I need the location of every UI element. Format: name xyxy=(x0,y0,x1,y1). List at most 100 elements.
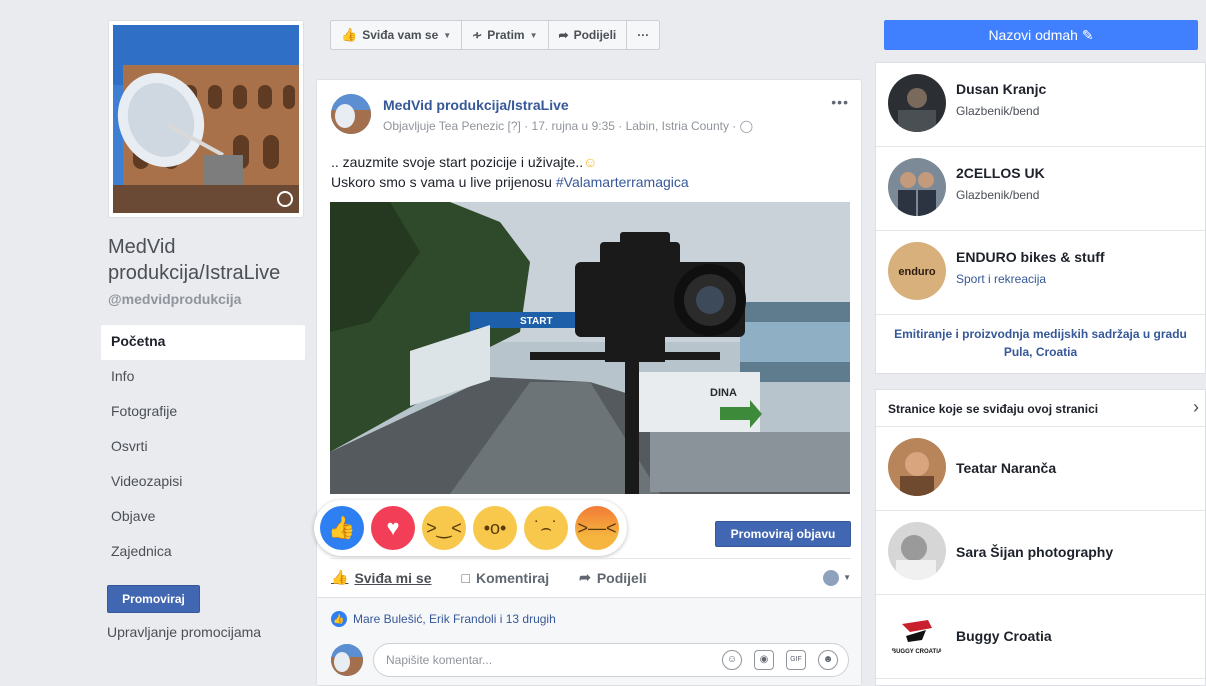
related-page-name[interactable]: 2CELLOS UK xyxy=(956,165,1045,181)
angry-face-icon: >—< xyxy=(577,518,617,538)
liked-page-item[interactable]: BUGGY CROATIA Buggy Croatia xyxy=(876,595,1205,679)
post-author-name[interactable]: MedVid produkcija/IstraLive xyxy=(383,97,569,113)
smiley-emoji-icon: ☺ xyxy=(583,154,598,170)
like-action-button[interactable]: 👍 Sviđa mi se xyxy=(331,569,431,586)
comment-action-button[interactable]: □ Komentiraj xyxy=(461,570,549,586)
left-nav: Početna Info Fotografije Osvrti Videozap… xyxy=(101,325,305,570)
reaction-like[interactable]: 👍 xyxy=(320,506,364,550)
reaction-love[interactable]: ♥ xyxy=(371,506,415,550)
laughing-face-icon: >‿< xyxy=(426,518,462,538)
post-text-line1: .. zauzmite svoje start pozicije i uživa… xyxy=(331,152,689,172)
reaction-angry[interactable]: >—< xyxy=(575,506,619,550)
nav-item-zajednica[interactable]: Zajednica xyxy=(101,535,305,570)
nav-item-objave[interactable]: Objave xyxy=(101,500,305,535)
liked-pages-header[interactable]: Stranice koje se sviđaju ovoj stranici xyxy=(888,402,1098,416)
comment-input[interactable]: Napišite komentar... ☺ ◉ GIF ☻ xyxy=(373,643,849,677)
smiley-icon[interactable]: ☺ xyxy=(722,650,742,670)
following-button[interactable]: ∻ Pratim ▼ xyxy=(462,21,549,49)
promote-button[interactable]: Promoviraj xyxy=(107,585,200,613)
post-card: MedVid produkcija/IstraLive Objavljuje T… xyxy=(314,79,862,686)
post-footer: 👍 Mare Bulešić, Erik Frandoli i 13 drugi… xyxy=(317,597,861,685)
left-column: MedVid produkcija/IstraLive @medvidprodu… xyxy=(0,0,314,686)
post-text-line2-content: Uskoro smo s vama u live prijenosu xyxy=(331,174,556,190)
liked-page-avatar xyxy=(888,522,946,580)
liked-button-label: Sviđa vam se xyxy=(362,28,439,42)
thumbs-up-icon: 👍 xyxy=(341,27,358,42)
nav-item-info[interactable]: Info xyxy=(101,360,305,395)
chevron-right-icon[interactable]: › xyxy=(1193,397,1199,418)
nav-item-osvrti[interactable]: Osvrti xyxy=(101,430,305,465)
profile-photo[interactable] xyxy=(108,20,304,218)
page-name[interactable]: MedVid produkcija/IstraLive xyxy=(108,234,308,286)
speech-bubble-icon: □ xyxy=(461,569,470,586)
sticker-icon[interactable]: ☻ xyxy=(818,650,838,670)
post-text-line2: Uskoro smo s vama u live prijenosu #Vala… xyxy=(331,172,689,192)
related-page-name[interactable]: Dusan Kranjc xyxy=(956,81,1046,97)
reaction-haha[interactable]: >‿< xyxy=(422,506,466,550)
liked-page-item[interactable]: Teatar Naranča xyxy=(876,427,1205,511)
liked-page-item[interactable]: Sara Šijan photography xyxy=(876,511,1205,595)
related-page-category: Glazbenik/bend xyxy=(956,104,1040,118)
share-arrow-icon: ➦ xyxy=(579,569,591,585)
related-pages-card: Dusan Kranjc Glazbenik/bend 2CELLOS UK G… xyxy=(875,62,1206,374)
related-page-avatar: enduro xyxy=(888,242,946,300)
boost-post-button[interactable]: Promoviraj objavu xyxy=(715,521,851,547)
liked-page-name[interactable]: Sara Šijan photography xyxy=(956,544,1113,560)
related-page-category[interactable]: Sport i rekreacija xyxy=(956,272,1046,286)
caret-down-icon: ▼ xyxy=(529,30,538,40)
comment-tools: ☺ ◉ GIF ☻ xyxy=(722,650,838,670)
caret-down-icon: ▼ xyxy=(843,573,851,582)
call-now-label: Nazovi odmah xyxy=(988,27,1078,43)
post-more-icon[interactable]: ••• xyxy=(831,94,849,110)
comment-placeholder: Napišite komentar... xyxy=(386,653,493,667)
page-handle[interactable]: @medvidprodukcija xyxy=(108,291,241,307)
more-options-button[interactable]: ··· xyxy=(627,21,659,49)
post-image[interactable]: START DINA xyxy=(330,202,850,494)
post-as-selector[interactable]: ▼ xyxy=(823,569,851,586)
post-meta: Objavljuje Tea Penezic [?] · 17. rujna u… xyxy=(383,119,753,133)
liked-page-avatar xyxy=(888,438,946,496)
share-action-button[interactable]: ➦ Podijeli xyxy=(579,569,647,586)
related-page-item[interactable]: 2CELLOS UK Glazbenik/bend xyxy=(876,147,1205,231)
likers-summary[interactable]: 👍 Mare Bulešić, Erik Frandoli i 13 drugi… xyxy=(331,611,556,627)
related-page-item[interactable]: Dusan Kranjc Glazbenik/bend xyxy=(876,63,1205,147)
reaction-wow[interactable]: •o• xyxy=(473,506,517,550)
hashtag-link[interactable]: #Valamarterramagica xyxy=(556,174,689,190)
nav-item-videozapisi[interactable]: Videozapisi xyxy=(101,465,305,500)
related-page-name[interactable]: ENDURO bikes & stuff xyxy=(956,249,1105,265)
call-now-button[interactable]: Nazovi odmah ✎ xyxy=(884,20,1198,50)
likers-text: Mare Bulešić, Erik Frandoli i 13 drugih xyxy=(353,612,556,626)
rss-icon: ∻ xyxy=(472,28,483,42)
liked-page-avatar: BUGGY CROATIA xyxy=(888,606,946,664)
heart-icon: ♥ xyxy=(386,515,400,540)
nav-item-pocetna[interactable]: Početna xyxy=(101,325,305,360)
share-page-button[interactable]: ➦ Podijeli xyxy=(549,21,628,49)
liked-page-name[interactable]: Buggy Croatia xyxy=(956,628,1052,644)
share-arrow-icon: ➦ xyxy=(558,28,569,42)
page-description[interactable]: Emitiranje i proizvodnja medijskih sadrž… xyxy=(876,325,1205,361)
nav-item-fotografije[interactable]: Fotografije xyxy=(101,395,305,430)
commenter-avatar xyxy=(331,644,363,676)
liked-pages-card: Stranice koje se sviđaju ovoj stranici ›… xyxy=(875,389,1206,686)
enduro-logo-text: enduro xyxy=(898,266,936,278)
related-page-avatar xyxy=(888,158,946,216)
gif-icon[interactable]: GIF xyxy=(786,650,806,670)
thumbs-up-outline-icon: 👍 xyxy=(331,569,349,585)
like-action-label: Sviđa mi se xyxy=(354,569,432,586)
pencil-icon: ✎ xyxy=(1081,27,1094,43)
manage-promotions-link[interactable]: Upravljanje promocijama xyxy=(107,624,261,640)
buggy-logo-text: BUGGY CROATIA xyxy=(892,649,943,655)
globe-icon[interactable]: ◯ xyxy=(740,119,753,133)
thumbs-up-icon: 👍 xyxy=(328,515,356,540)
page-action-bar: 👍 Sviđa vam se ▼ ∻ Pratim ▼ ➦ Podijeli ·… xyxy=(330,20,661,50)
more-options-label: ··· xyxy=(637,28,650,42)
liked-page-name[interactable]: Teatar Naranča xyxy=(956,460,1056,476)
liked-button[interactable]: 👍 Sviđa vam se ▼ xyxy=(331,21,463,49)
surprised-face-icon: •o• xyxy=(483,518,507,538)
camera-icon[interactable]: ◉ xyxy=(754,650,774,670)
related-page-item[interactable]: enduro ENDURO bikes & stuff Sport i rekr… xyxy=(876,231,1205,315)
post-text-line1-content: .. zauzmite svoje start pozicije i uživa… xyxy=(331,154,584,170)
post-image-photo: START DINA xyxy=(330,202,850,494)
post-author-avatar[interactable] xyxy=(331,94,371,134)
reaction-sad[interactable]: ˙⌢˙ xyxy=(524,506,568,550)
